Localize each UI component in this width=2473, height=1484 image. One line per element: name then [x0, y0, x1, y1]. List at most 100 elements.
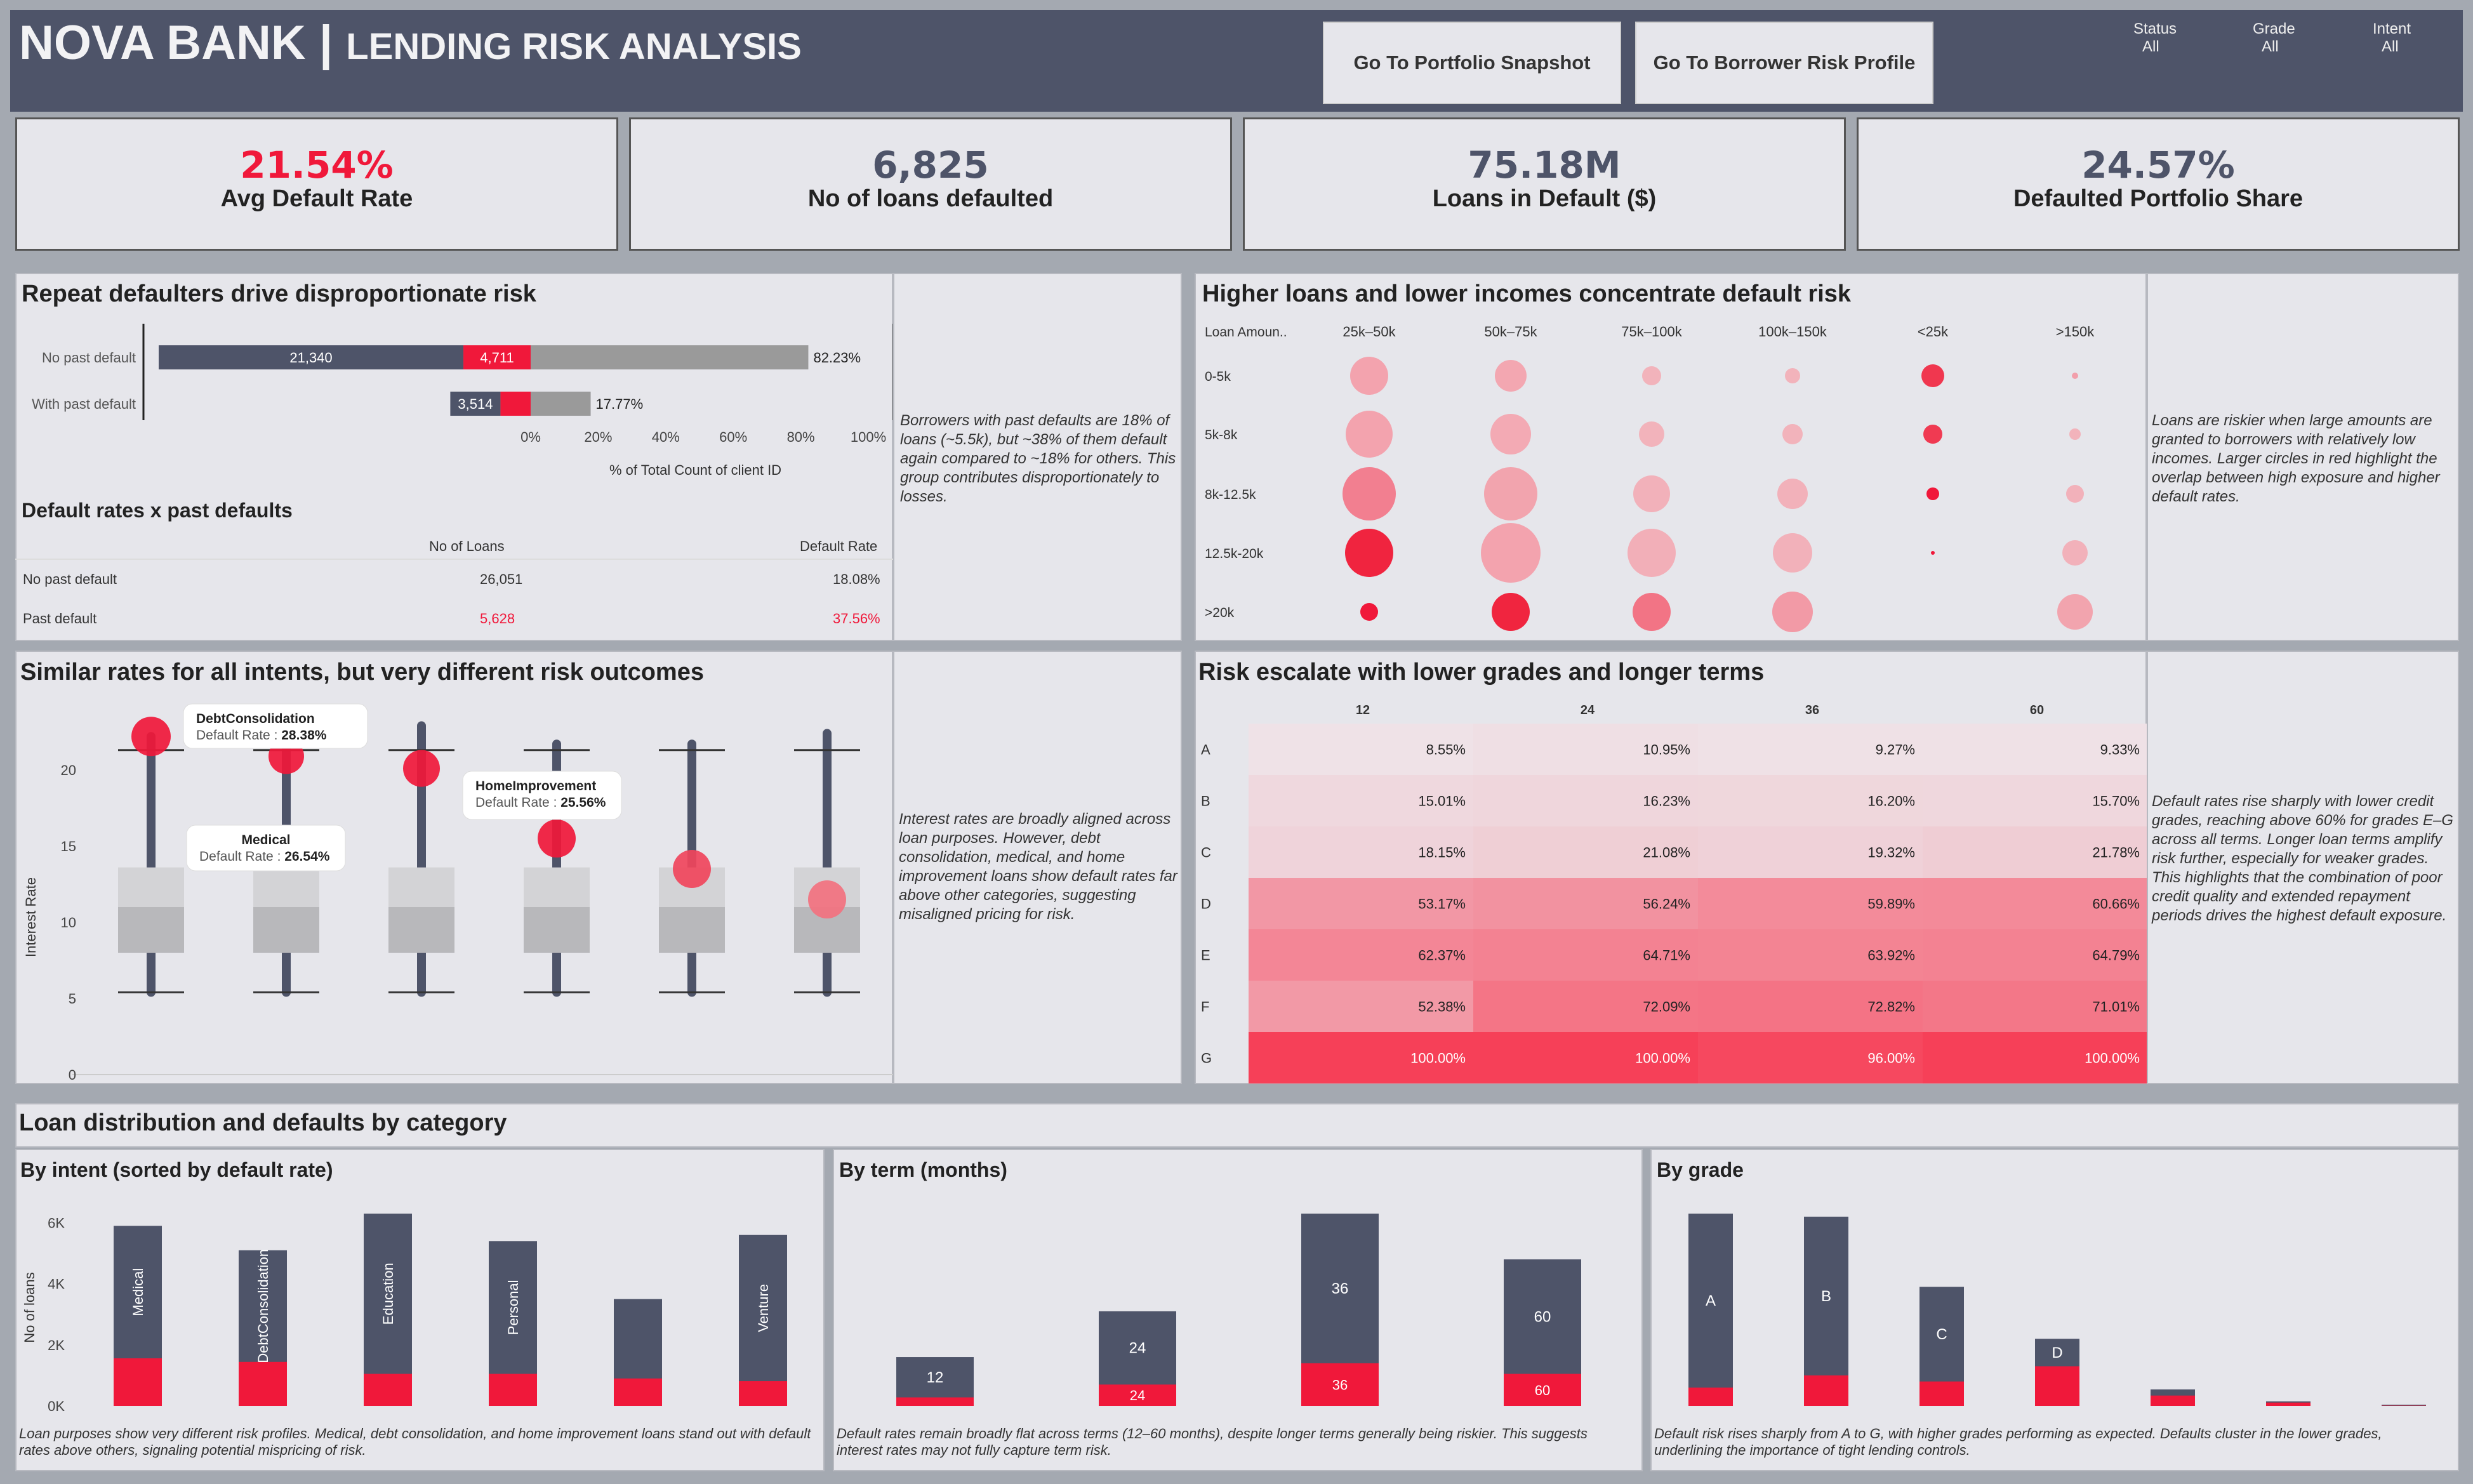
- bubble: [1481, 523, 1541, 583]
- bubble: [1346, 411, 1393, 458]
- bar-label: DebtConsolidation: [255, 1249, 271, 1363]
- callout-name: HomeImprovement: [475, 779, 596, 793]
- y-tick-label: 15: [61, 838, 76, 854]
- heat-cell-label: 52.38%: [1418, 999, 1466, 1015]
- bubble: [2072, 373, 2078, 379]
- bubble: [1931, 551, 1935, 555]
- borrower-risk-profile-button[interactable]: Go To Borrower Risk Profile: [1635, 22, 1933, 104]
- loan-row-label: 0-5k: [1205, 369, 1231, 384]
- box-upper: [388, 867, 454, 907]
- bubble: [1777, 479, 1808, 509]
- grade-row-label: B: [1201, 793, 1210, 809]
- heat-cell-label: 21.78%: [2092, 845, 2140, 861]
- bubble: [1345, 529, 1393, 577]
- default-rate-dot: [403, 750, 440, 787]
- table-row-rate: 37.56%: [833, 611, 880, 626]
- income-col-label: 100k–150k: [1758, 324, 1827, 340]
- intent-note: Loan purposes show very different risk p…: [19, 1426, 811, 1458]
- bubble: [2066, 485, 2084, 503]
- heat-cell-label: 8.55%: [1426, 742, 1466, 758]
- y-tick-label: 20: [61, 762, 76, 778]
- repeat-bar-chart: No past default 21,340 4,711 82.23% With pas…: [32, 324, 893, 445]
- bar-label: B: [1821, 1288, 1831, 1305]
- loan-row-label: 8k-12.5k: [1205, 487, 1256, 502]
- loan-row-label: >20k: [1205, 606, 1235, 620]
- share-bar: [531, 345, 809, 369]
- table-row-loans: 26,051: [480, 571, 523, 587]
- col-no-of-loans: No of Loans: [429, 538, 505, 554]
- term-note: Default rates remain broadly flat across…: [837, 1426, 1588, 1458]
- heat-cell-label: 59.89%: [1867, 896, 1915, 912]
- repeat-note: Borrowers with past defaults are 18% of …: [900, 412, 1176, 505]
- default-rate-dot: [808, 880, 846, 918]
- bubble-note: Loans are riskier when large amounts are…: [2152, 412, 2440, 505]
- heat-cell-label: 64.79%: [2092, 948, 2140, 964]
- table-row-label: No past default: [23, 571, 117, 587]
- dist-title: Loan distribution and defaults by catego…: [19, 1110, 507, 1136]
- bubble: [1639, 421, 1664, 447]
- grade-row-label: D: [1201, 896, 1211, 912]
- bar-label: Venture: [755, 1284, 771, 1332]
- grade-row-label: E: [1201, 948, 1210, 964]
- bubble: [1923, 425, 1942, 444]
- bar-label: 24: [1129, 1340, 1146, 1357]
- heat-cell-label: 53.17%: [1418, 896, 1466, 912]
- heat-cell-label: 63.92%: [1867, 948, 1915, 964]
- grade-filter[interactable]: Grade All: [2253, 20, 2295, 56]
- bubble: [1350, 357, 1388, 395]
- callout-rate: Default Rate : 25.56%: [475, 795, 606, 810]
- heat-cell-label: 18.15%: [1418, 845, 1466, 861]
- default-bar: [239, 1361, 287, 1406]
- portfolio-snapshot-button[interactable]: Go To Portfolio Snapshot: [1323, 22, 1621, 104]
- heat-cell-label: 100.00%: [1410, 1050, 1466, 1066]
- bubble-chart: Loan Amoun.. 25k–50k 50k–75k 75k–100k 100k–1…: [1205, 324, 2095, 632]
- default-rate-dot: [538, 819, 576, 858]
- bubble: [1360, 603, 1378, 621]
- repeat-row-label: With past default: [32, 396, 136, 412]
- heat-cell-label: 56.24%: [1643, 896, 1690, 912]
- table-row-label: Past default: [23, 611, 97, 626]
- grade-row-label: C: [1201, 845, 1211, 861]
- income-col-label: >150k: [2056, 324, 2095, 340]
- default-bar: [1804, 1375, 1848, 1406]
- box-upper: [253, 867, 319, 907]
- heat-cell-label: 100.00%: [1635, 1050, 1690, 1066]
- heat-cell-label: 72.09%: [1643, 999, 1690, 1015]
- grade-row-label: F: [1201, 999, 1209, 1015]
- callout-name: Medical: [241, 833, 290, 847]
- heatmap-note: Default rates rise sharply with lower cr…: [2152, 793, 2453, 924]
- past-default-table-title: Default rates x past defaults: [22, 499, 293, 522]
- intent-bar-chart: No of loans 0K 2K 4K 6K Medical DebtConsolida…: [22, 1214, 787, 1414]
- intent-filter[interactable]: Intent All: [2373, 20, 2411, 56]
- heat-cell-label: 19.32%: [1867, 845, 1915, 861]
- bubble: [1633, 593, 1671, 631]
- bubble: [1492, 593, 1530, 631]
- default-bar-label: 4,711: [480, 350, 514, 366]
- bar-label: 12: [927, 1369, 944, 1386]
- share-bar: [531, 392, 591, 416]
- bubble: [1628, 529, 1676, 577]
- heat-cell-label: 72.82%: [1867, 999, 1915, 1015]
- x-tick-label: 0%: [520, 429, 541, 445]
- status-filter[interactable]: Status All: [2133, 20, 2177, 56]
- boxplot-chart: Interest Rate 0 5 10 15 20 DebtConsolidation D…: [23, 703, 893, 1083]
- repeat-axis-label: % of Total Count of client ID: [609, 462, 782, 478]
- y-tick-label: 5: [69, 991, 76, 1007]
- row-header: Loan Amoun..: [1205, 325, 1287, 340]
- kpi-loans-defaulted: 6,825 No of loans defaulted: [629, 117, 1232, 251]
- bubble: [1495, 360, 1527, 392]
- heat-cell-label: 16.23%: [1643, 793, 1690, 809]
- heat-cell-label: 9.27%: [1876, 742, 1915, 758]
- share-label: 17.77%: [596, 396, 644, 412]
- bubble: [1343, 467, 1396, 520]
- x-tick-label: 60%: [719, 429, 747, 445]
- bubble: [2069, 428, 2081, 440]
- y-tick-label: 10: [61, 915, 76, 931]
- box-lower: [388, 907, 454, 953]
- dashboard-title: NOVA BANK | LENDING RISK ANALYSIS: [19, 16, 802, 70]
- table-row-loans: 5,628: [480, 611, 515, 626]
- bar-label: A: [1706, 1292, 1716, 1309]
- heat-cell-label: 64.71%: [1643, 948, 1690, 964]
- intent-y-label: No of loans: [22, 1272, 37, 1342]
- box-lower: [118, 907, 184, 953]
